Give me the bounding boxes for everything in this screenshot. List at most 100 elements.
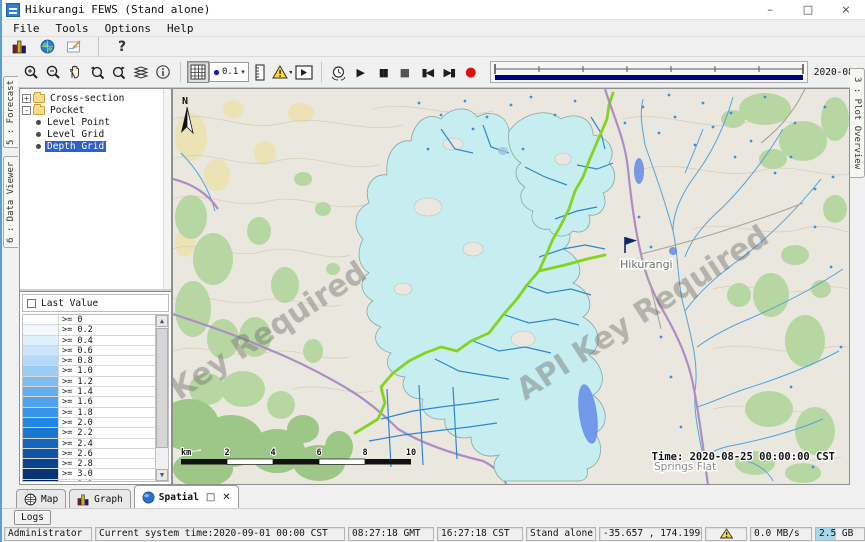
menu-help[interactable]: Help [160,21,201,36]
legend-color-swatch [23,336,59,345]
grid-icon [190,64,206,80]
legend-row-label: >= 2.0 [59,418,155,427]
menu-tools[interactable]: Tools [49,21,96,36]
tab-forecast[interactable]: 5 : Forecast [3,76,18,148]
time-slider-track [491,62,807,82]
legend-row[interactable]: >= 1.0 [23,366,155,376]
pause-button[interactable]: ▮▮ [372,61,394,83]
step-back-button[interactable]: ▮◀ [416,61,438,83]
legend-header: Last Value [22,294,169,312]
menu-file[interactable]: File [6,21,47,36]
legend-row-label: >= 2.2 [59,428,155,437]
help-button[interactable]: ? [111,36,133,58]
scrollbar-thumb[interactable] [156,328,168,448]
layers-button[interactable] [130,61,152,83]
grid-display-button[interactable] [187,61,209,83]
legend-row-label: >= 1.2 [59,377,155,386]
tree-item-label-selected: Depth Grid [45,141,106,152]
legend-row-label: >= 0.4 [59,336,155,345]
folder-icon [33,94,45,103]
scroll-down-icon[interactable]: ▼ [156,469,168,481]
stop-button[interactable]: ■ [394,61,416,83]
tree-item-level-point[interactable]: Level Point [22,116,171,128]
zoom-next-button[interactable] [108,61,130,83]
legend-row[interactable]: >= 2.6 [23,449,155,459]
pan-button[interactable] [64,61,86,83]
expand-icon[interactable]: + [22,94,31,103]
map-view[interactable]: API Key Required API Key Required Hikura… [172,88,850,485]
tab-map[interactable]: Map [16,489,66,508]
tree-item-cross-section[interactable]: + Cross-section [22,92,171,104]
legend-row[interactable]: >= 2.0 [23,418,155,428]
legend-row[interactable]: >= 1.2 [23,377,155,387]
scroll-up-icon[interactable]: ▲ [156,315,168,327]
time-settings-button[interactable] [328,61,350,83]
tab-plot-overview[interactable]: 3 : Plot Overview [850,68,865,178]
play-button[interactable]: ▶ [350,61,372,83]
step-forward-icon: ▶▮ [444,66,455,79]
tab-close-icon[interactable]: ✕ [222,492,230,503]
pause-icon: ▮▮ [379,66,387,79]
tab-maximize-icon[interactable]: □ [206,492,215,503]
logs-button[interactable]: Logs [14,510,51,525]
legend-row[interactable]: >= 0.2 [23,325,155,335]
status-warning[interactable] [705,527,747,541]
dot-icon [213,69,220,76]
tree-item-level-grid[interactable]: Level Grid [22,128,171,140]
map-display-button[interactable] [36,36,58,58]
tree-item-label: Pocket [48,105,86,116]
animation-button[interactable] [293,61,315,83]
legend-row[interactable]: >= 3.2 [23,480,155,482]
tab-graph[interactable]: Graph [69,489,131,508]
legend-row[interactable]: >= 2.2 [23,428,155,438]
legend-row[interactable]: >= 1.4 [23,387,155,397]
zoom-in-button[interactable] [20,61,42,83]
legend-scale-button[interactable] [249,61,271,83]
tree-item-label: Cross-section [48,93,126,104]
close-button[interactable]: × [827,0,865,19]
legend-color-swatch [23,449,59,458]
legend-row[interactable]: >= 1.6 [23,397,155,407]
legend-row[interactable]: >= 2.8 [23,459,155,469]
maximize-button[interactable]: □ [789,0,827,19]
collapse-icon[interactable]: - [22,106,31,115]
legend-row[interactable]: >= 0.4 [23,336,155,346]
legend-row[interactable]: >= 0 [23,315,155,325]
database-viewer-button[interactable] [8,36,30,58]
chart-arrow-icon [67,39,83,54]
last-value-checkbox[interactable] [27,299,36,308]
legend-color-swatch [23,439,59,448]
info-button[interactable] [152,61,174,83]
legend-scrollbar[interactable]: ▲ ▼ [155,315,168,481]
legend-row[interactable]: >= 2.4 [23,439,155,449]
bullet-icon [36,120,41,125]
zoom-previous-button[interactable] [86,61,108,83]
record-button[interactable]: ● [460,61,482,83]
legend-row[interactable]: >= 0.6 [23,346,155,356]
legend-color-swatch [23,325,59,334]
logs-row: Logs [2,509,865,526]
minimize-button[interactable]: – [751,0,789,19]
tree-item-pocket[interactable]: - Pocket [22,104,171,116]
time-slider[interactable] [490,61,808,83]
legend-color-swatch [23,469,59,478]
zoom-out-button[interactable] [42,61,64,83]
globe-icon [40,39,55,54]
tree-scrollbar[interactable] [163,89,171,289]
legend-color-swatch [23,408,59,417]
toolbar-separator [180,62,181,82]
tab-spatial[interactable]: Spatial □ ✕ [134,485,239,508]
tab-data-viewer[interactable]: 6 : Data Viewer [3,156,18,248]
info-icon [155,64,171,80]
legend-row[interactable]: >= 0.8 [23,356,155,366]
legend-row[interactable]: >= 1.8 [23,408,155,418]
thresholds-button[interactable] [271,61,293,83]
class-break-select[interactable]: 0.1 ▾ [209,62,249,82]
menu-options[interactable]: Options [98,21,158,36]
layers-icon [133,64,149,80]
timeseries-dialog-button[interactable] [64,36,86,58]
legend-row[interactable]: >= 3.0 [23,469,155,479]
tree-item-depth-grid[interactable]: Depth Grid [22,140,171,152]
step-forward-button[interactable]: ▶▮ [438,61,460,83]
map-time-overlay: Time: 2020-08-25 00:00:00 CST [652,451,835,463]
